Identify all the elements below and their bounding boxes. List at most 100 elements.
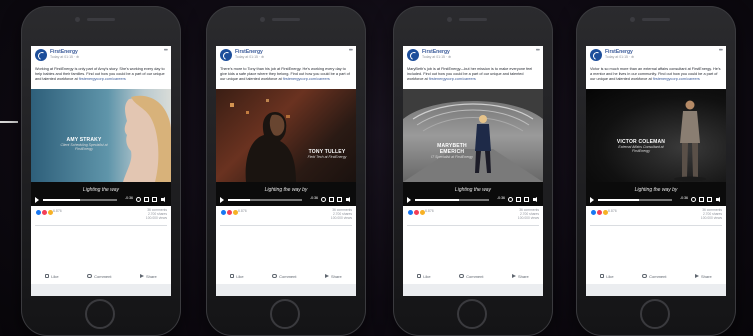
speaker-slot <box>459 18 487 21</box>
play-icon[interactable] <box>407 197 411 203</box>
like-button[interactable]: Like <box>417 273 431 279</box>
picture-in-picture-icon[interactable] <box>516 197 521 202</box>
share-label: Share <box>331 273 342 279</box>
fullscreen-icon[interactable] <box>337 197 342 202</box>
share-button[interactable]: Share <box>140 274 157 279</box>
like-label: Like <box>423 273 431 279</box>
video-player[interactable]: AMY STRAKY Client Scheduling Specialist … <box>31 89 171 206</box>
progress-fill <box>43 199 80 201</box>
fullscreen-icon[interactable] <box>707 197 712 202</box>
settings-gear-icon[interactable] <box>321 197 326 202</box>
time-remaining: -0:36 <box>497 196 505 200</box>
progress-bar[interactable] <box>598 199 672 201</box>
like-button[interactable]: Like <box>600 274 614 279</box>
more-options-icon[interactable]: ••• <box>536 48 540 54</box>
reactions-count[interactable]: 6.876 <box>53 209 62 213</box>
firstenergy-logo-icon[interactable] <box>407 49 419 61</box>
reactions-count[interactable]: 6.876 <box>238 209 247 213</box>
like-button[interactable]: Like <box>230 273 244 279</box>
facebook-post-1: FirstEnergy Today at 01:15 · ⊕ ••• Worki… <box>31 46 171 296</box>
video-frame-woman-profile <box>123 95 171 182</box>
play-icon[interactable] <box>35 197 39 203</box>
person-name-overlay: TONY TULLEY Field Tech at FirstEnergy <box>302 149 352 159</box>
reactions-count[interactable]: 6.876 <box>608 209 617 213</box>
camera-dot <box>260 17 265 22</box>
picture-in-picture-icon[interactable] <box>329 197 334 202</box>
video-player[interactable]: TONY TULLEY Field Tech at FirstEnergy Li… <box>216 89 356 206</box>
share-button[interactable]: Share <box>695 274 712 279</box>
careers-link[interactable]: firstenergycorp.com/careers <box>79 77 126 81</box>
play-icon[interactable] <box>220 197 224 203</box>
comment-button[interactable]: Comment <box>459 274 483 279</box>
comment-button[interactable]: Comment <box>87 274 111 279</box>
careers-link[interactable]: firstenergycorp.com/careers <box>429 77 476 81</box>
more-options-icon[interactable]: ••• <box>349 48 353 54</box>
phone-mockup-2: FirstEnergy Today at 01:15 · ⊕ ••• There… <box>206 6 366 336</box>
reactions-count[interactable]: 6.876 <box>425 209 434 213</box>
comment-label: Comment <box>466 273 484 279</box>
more-options-icon[interactable]: ••• <box>719 48 723 54</box>
careers-link[interactable]: firstenergycorp.com/careers <box>653 77 700 81</box>
comment-label: Comment <box>649 273 667 279</box>
facebook-post-3: FirstEnergy Today at 01:15 · ⊕ ••• MaryB… <box>403 46 543 296</box>
person-role: External Affairs Consultant at FirstEner… <box>618 145 664 153</box>
fullscreen-icon[interactable] <box>524 197 529 202</box>
share-icon <box>325 274 330 278</box>
reaction-icons[interactable] <box>590 209 609 216</box>
person-role: IT Specialist at FirstEnergy <box>431 155 473 159</box>
progress-bar[interactable] <box>228 199 302 201</box>
post-caption: MaryBeth's job is at FirstEnergy—but her… <box>403 65 543 89</box>
post-caption: Working at FirstEnergy is only part of A… <box>31 65 171 89</box>
divider <box>35 225 167 226</box>
time-remaining: -0:36 <box>125 196 133 200</box>
video-controls: -0:36 <box>216 196 356 204</box>
volume-icon[interactable] <box>533 197 538 202</box>
camera-dot <box>75 17 80 22</box>
firstenergy-logo-icon[interactable] <box>590 49 602 61</box>
settings-gear-icon[interactable] <box>136 197 141 202</box>
share-button[interactable]: Share <box>512 274 529 279</box>
play-icon[interactable] <box>590 197 594 203</box>
firstenergy-logo-icon[interactable] <box>220 49 232 61</box>
comment-icon <box>272 274 278 278</box>
camera-dot <box>447 17 452 22</box>
person-name-overlay: MARYBETH EMERICH IT Specialist at FirstE… <box>427 143 477 159</box>
post-caption: Victor is so much more than an external … <box>586 65 726 89</box>
reaction-icons[interactable] <box>35 209 54 216</box>
facebook-post-2: FirstEnergy Today at 01:15 · ⊕ ••• There… <box>216 46 356 296</box>
camera-dot <box>630 17 635 22</box>
fullscreen-icon[interactable] <box>152 197 157 202</box>
comment-label: Comment <box>279 273 297 279</box>
post-actions: Like Comment Share <box>586 271 726 281</box>
careers-link[interactable]: firstenergycorp.com/careers <box>283 77 330 81</box>
comment-button[interactable]: Comment <box>272 274 296 279</box>
share-label: Share <box>701 273 712 279</box>
video-player[interactable]: MARYBETH EMERICH IT Specialist at FirstE… <box>403 89 543 206</box>
post-actions: Like Comment Share <box>403 271 543 281</box>
picture-in-picture-icon[interactable] <box>699 197 704 202</box>
comment-button[interactable]: Comment <box>642 274 666 279</box>
settings-gear-icon[interactable] <box>508 197 513 202</box>
volume-icon[interactable] <box>716 197 721 202</box>
share-label: Share <box>146 273 157 279</box>
volume-icon[interactable] <box>161 197 166 202</box>
volume-icon[interactable] <box>346 197 351 202</box>
like-label: Like <box>236 273 244 279</box>
firstenergy-logo-icon[interactable] <box>35 49 47 61</box>
share-button[interactable]: Share <box>325 274 342 279</box>
stat-lines: 36 comments 2.700 shares 100.000 views <box>146 208 167 221</box>
home-button <box>270 299 300 329</box>
reaction-icons[interactable] <box>407 209 426 216</box>
more-options-icon[interactable]: ••• <box>164 48 168 54</box>
reaction-icons[interactable] <box>220 209 239 216</box>
divider <box>590 225 722 226</box>
decorative-dash <box>0 121 18 123</box>
picture-in-picture-icon[interactable] <box>144 197 149 202</box>
settings-gear-icon[interactable] <box>691 197 696 202</box>
time-remaining: -0:36 <box>310 196 318 200</box>
video-player[interactable]: VICTOR COLEMAN External Affairs Consulta… <box>586 89 726 206</box>
person-name-overlay: VICTOR COLEMAN External Affairs Consulta… <box>610 139 672 153</box>
progress-bar[interactable] <box>415 199 489 201</box>
like-button[interactable]: Like <box>45 274 59 279</box>
progress-bar[interactable] <box>43 199 117 201</box>
